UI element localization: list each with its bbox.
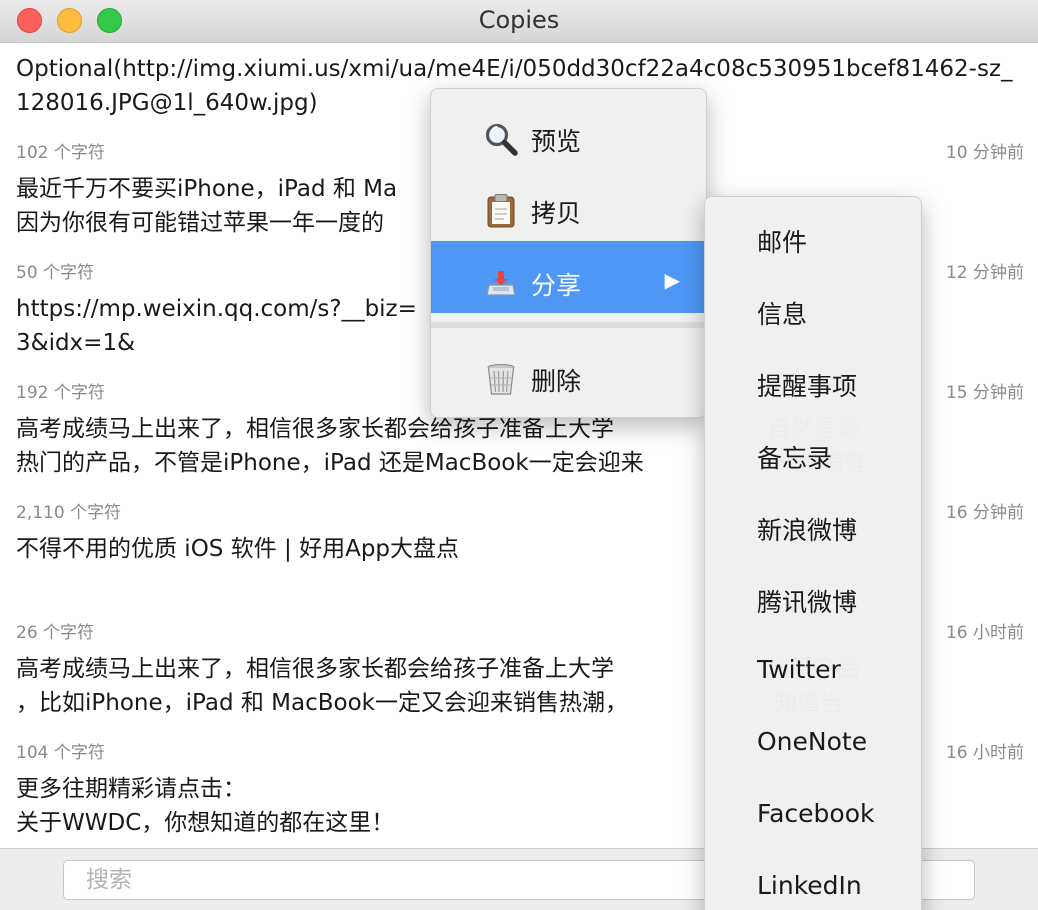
entry-timestamp: 10 分钟前 — [945, 143, 1024, 163]
entry-timestamp: 12 分钟前 — [945, 263, 1024, 283]
entry-char-count: 192 个字符 — [16, 383, 105, 403]
menu-item-preview[interactable]: 预览 — [431, 97, 706, 169]
entry-timestamp: 16 小时前 — [945, 743, 1024, 763]
share-item-twitter[interactable]: Twitter — [757, 655, 841, 684]
app-window: Copies Optional(http://img.xiumi.us/xmi/… — [0, 0, 1038, 910]
share-item-linkedin[interactable]: LinkedIn — [757, 871, 862, 900]
share-submenu: 邮件 信息 提醒事项 备忘录 新浪微博 腾讯微博 Twitter OneNote… — [704, 196, 922, 910]
share-item-messages[interactable]: 信息 — [757, 295, 807, 331]
menu-item-label: 删除 — [531, 367, 582, 396]
entry-char-count: 2,110 个字符 — [16, 503, 122, 523]
share-tray-icon — [486, 271, 516, 296]
menu-separator — [431, 322, 706, 328]
magnifier-icon — [485, 123, 518, 156]
menu-item-label: 预览 — [531, 127, 582, 156]
entry-char-count: 50 个字符 — [16, 263, 95, 283]
entry-timestamp: 15 分钟前 — [945, 383, 1024, 403]
window-title: Copies — [478, 6, 560, 34]
share-item-notes[interactable]: 备忘录 — [757, 439, 832, 475]
entry-char-count: 104 个字符 — [16, 743, 105, 763]
trash-icon — [487, 364, 515, 395]
clipboard-icon — [487, 194, 515, 228]
title-bar[interactable]: Copies — [0, 0, 1038, 43]
entry-char-count: 26 个字符 — [16, 623, 95, 643]
menu-item-share[interactable]: 分享 ▶ — [431, 241, 706, 313]
share-item-facebook[interactable]: Facebook — [757, 799, 874, 828]
menu-item-delete[interactable]: 删除 — [431, 337, 706, 409]
entry-char-count: 102 个字符 — [16, 143, 105, 163]
share-item-mail[interactable]: 邮件 — [757, 223, 807, 259]
menu-item-label: 分享 — [531, 271, 582, 300]
context-menu: 预览 拷贝 分享 ▶ 删除 — [430, 88, 707, 418]
share-item-tencent-weibo[interactable]: 腾讯微博 — [757, 583, 857, 619]
submenu-arrow-icon: ▶ — [664, 268, 680, 292]
entry-timestamp: 16 分钟前 — [945, 503, 1024, 523]
entry-timestamp: 16 小时前 — [945, 623, 1024, 643]
menu-item-label: 拷贝 — [531, 199, 582, 228]
share-item-onenote[interactable]: OneNote — [757, 727, 867, 756]
menu-item-copy[interactable]: 拷贝 — [431, 169, 706, 241]
share-item-sina-weibo[interactable]: 新浪微博 — [757, 511, 857, 547]
share-item-reminders[interactable]: 提醒事项 — [757, 367, 857, 403]
